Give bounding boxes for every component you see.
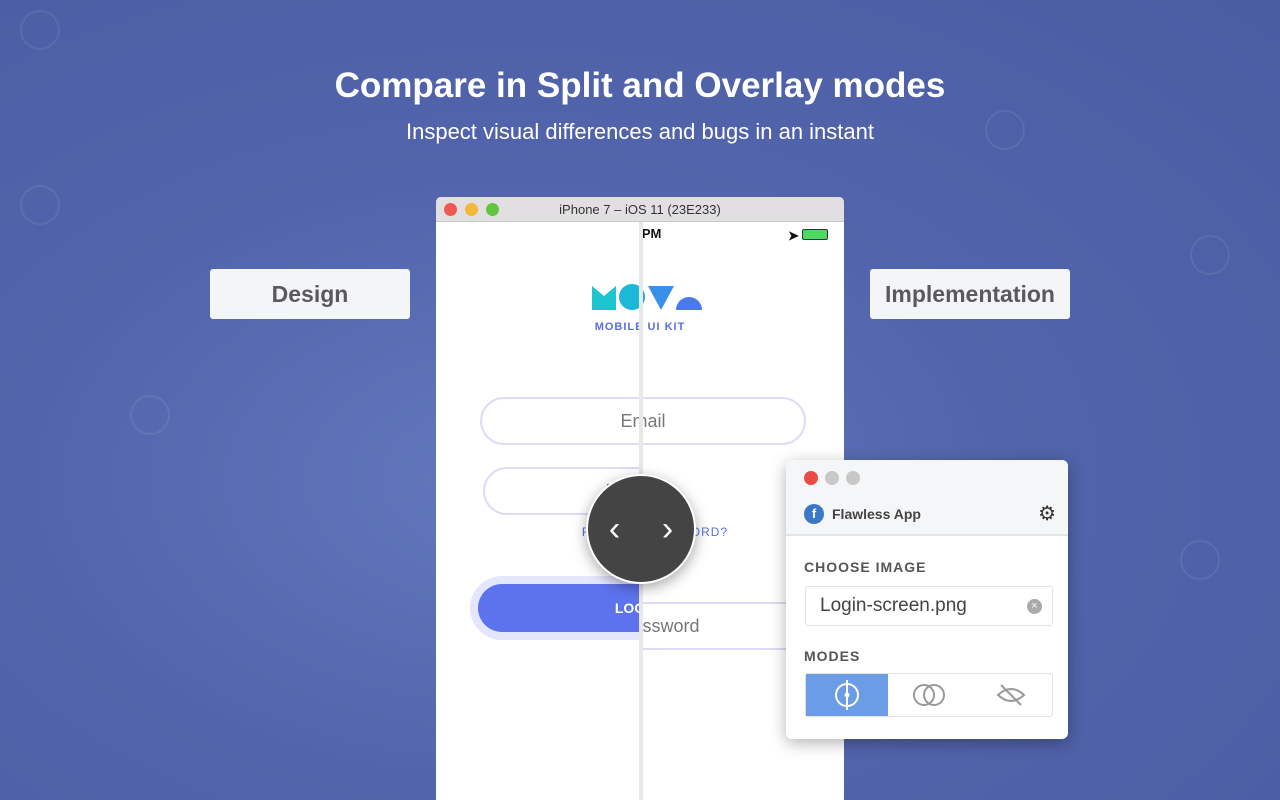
overlay-mode-button[interactable] — [888, 674, 970, 716]
modes-label: MODES — [804, 648, 861, 664]
modes-segmented-control — [805, 673, 1053, 717]
location-icon: ➤ — [788, 228, 799, 243]
zoom-button[interactable] — [846, 471, 860, 485]
eye-off-icon — [996, 684, 1026, 706]
image-file-input[interactable]: Login-screen.png × — [805, 586, 1053, 626]
split-mode-button[interactable] — [806, 674, 888, 716]
implementation-label: Implementation — [870, 269, 1070, 319]
clock-icon — [1180, 540, 1220, 580]
clock-icon — [130, 395, 170, 435]
clock-icon — [20, 185, 60, 225]
zoom-button[interactable] — [486, 203, 499, 216]
gear-icon[interactable]: ⚙ — [1038, 501, 1056, 526]
minimize-button[interactable] — [465, 203, 478, 216]
battery-icon — [802, 229, 828, 240]
chevron-left-icon: ‹ — [608, 509, 621, 548]
app-name: Flawless App — [832, 506, 921, 522]
clock-icon — [1190, 235, 1230, 275]
simulator-title: iPhone 7 – iOS 11 (23E233) — [559, 202, 721, 217]
hero-subtitle: Inspect visual differences and bugs in a… — [405, 119, 874, 144]
hero-title: Compare in Split and Overlay modes — [334, 66, 946, 105]
design-label: Design — [210, 269, 410, 319]
chevron-right-icon: › — [661, 509, 674, 548]
flawless-panel: f Flawless App ⚙ CHOOSE IMAGE Login-scre… — [786, 460, 1068, 739]
clear-icon[interactable]: × — [1027, 599, 1042, 614]
simulator-titlebar: iPhone 7 – iOS 11 (23E233) — [436, 197, 844, 222]
close-button[interactable] — [444, 203, 457, 216]
minimize-button[interactable] — [825, 471, 839, 485]
close-button[interactable] — [804, 471, 818, 485]
hide-mode-button[interactable] — [970, 674, 1052, 716]
split-icon — [835, 680, 859, 710]
file-name: Login-screen.png — [820, 595, 967, 616]
overlay-icon — [913, 684, 945, 706]
clock-icon — [20, 10, 60, 50]
split-handle[interactable]: ‹ › — [586, 474, 696, 584]
flawless-logo-icon: f — [804, 504, 824, 524]
choose-image-label: CHOOSE IMAGE — [804, 559, 927, 575]
